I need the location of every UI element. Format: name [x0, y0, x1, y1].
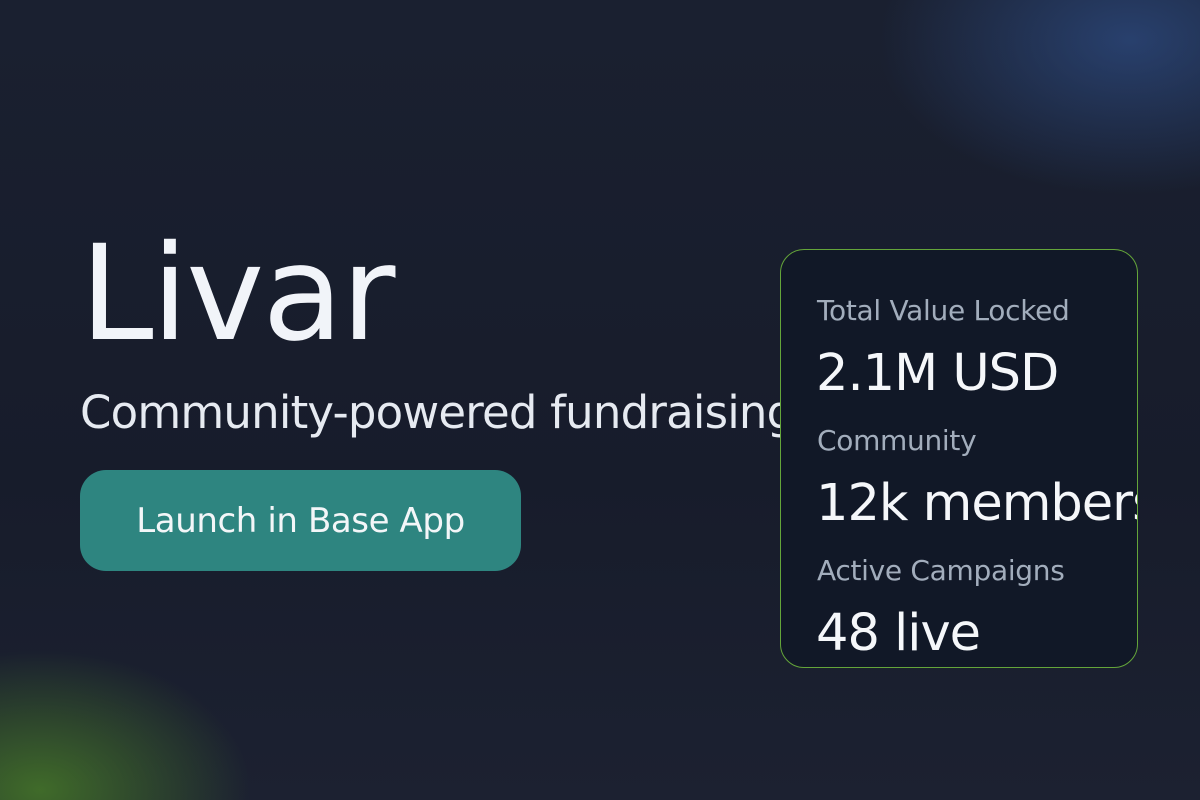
stat-value-total-value-locked: 2.1M USD — [816, 344, 1059, 403]
stat-label-community: Community — [817, 424, 977, 457]
stat-label-total-value-locked: Total Value Locked — [817, 294, 1070, 327]
stats-card: Total Value Locked 2.1M USD Community 12… — [780, 249, 1138, 668]
stat-value-community: 12k members — [816, 474, 1138, 533]
app-title: Livar — [80, 217, 395, 371]
stat-value-active-campaigns: 48 live — [816, 604, 981, 663]
stat-label-active-campaigns: Active Campaigns — [817, 554, 1065, 587]
launch-in-base-app-button[interactable]: Launch in Base App — [80, 470, 521, 571]
